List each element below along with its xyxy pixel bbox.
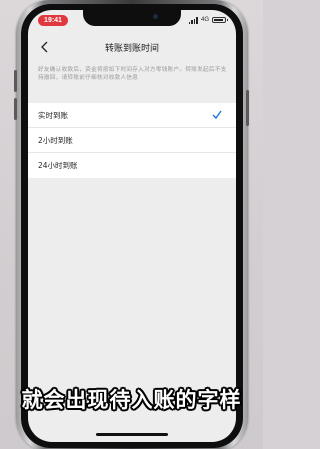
- option-label: 2小时到账: [38, 136, 73, 145]
- option-realtime[interactable]: 实时到账: [28, 103, 236, 128]
- power-button: [246, 90, 249, 126]
- option-2-hours[interactable]: 2小时到账: [28, 128, 236, 153]
- video-caption: 就会出现待入账的字样: [21, 388, 242, 412]
- network-label: 4G: [200, 17, 209, 23]
- page-title: 转账到账时间: [104, 44, 159, 54]
- volume-button: [14, 98, 17, 120]
- volume-button: [14, 70, 17, 92]
- status-time: 19:41: [38, 15, 68, 26]
- check-icon: [212, 110, 222, 119]
- photo-scene: 19:41 4G 转账到账时间 好友确认收款后，资金将按如下时间存入对方零钱账户…: [0, 0, 263, 449]
- home-indicator: [96, 433, 168, 436]
- camera-icon: [153, 14, 158, 19]
- status-indicators: 4G: [188, 15, 228, 25]
- battery-icon: [212, 17, 228, 23]
- option-24-hours[interactable]: 24小时到账: [28, 153, 236, 178]
- nav-bar: 转账到账时间: [28, 38, 236, 58]
- signal-icon: [188, 16, 198, 24]
- hint-text: 好友确认收款后，资金将按如下时间存入对方零钱账户。转账发起后不支持撤回，请转账前…: [38, 67, 227, 82]
- phone-screen: 19:41 4G 转账到账时间 好友确认收款后，资金将按如下时间存入对方零钱账户…: [28, 10, 236, 442]
- option-label: 实时到账: [38, 111, 68, 120]
- status-bar: 19:41 4G: [28, 10, 236, 32]
- option-label: 24小时到账: [38, 161, 78, 170]
- notch: [83, 10, 181, 26]
- option-list: 实时到账 2小时到账 24小时到账: [28, 103, 236, 178]
